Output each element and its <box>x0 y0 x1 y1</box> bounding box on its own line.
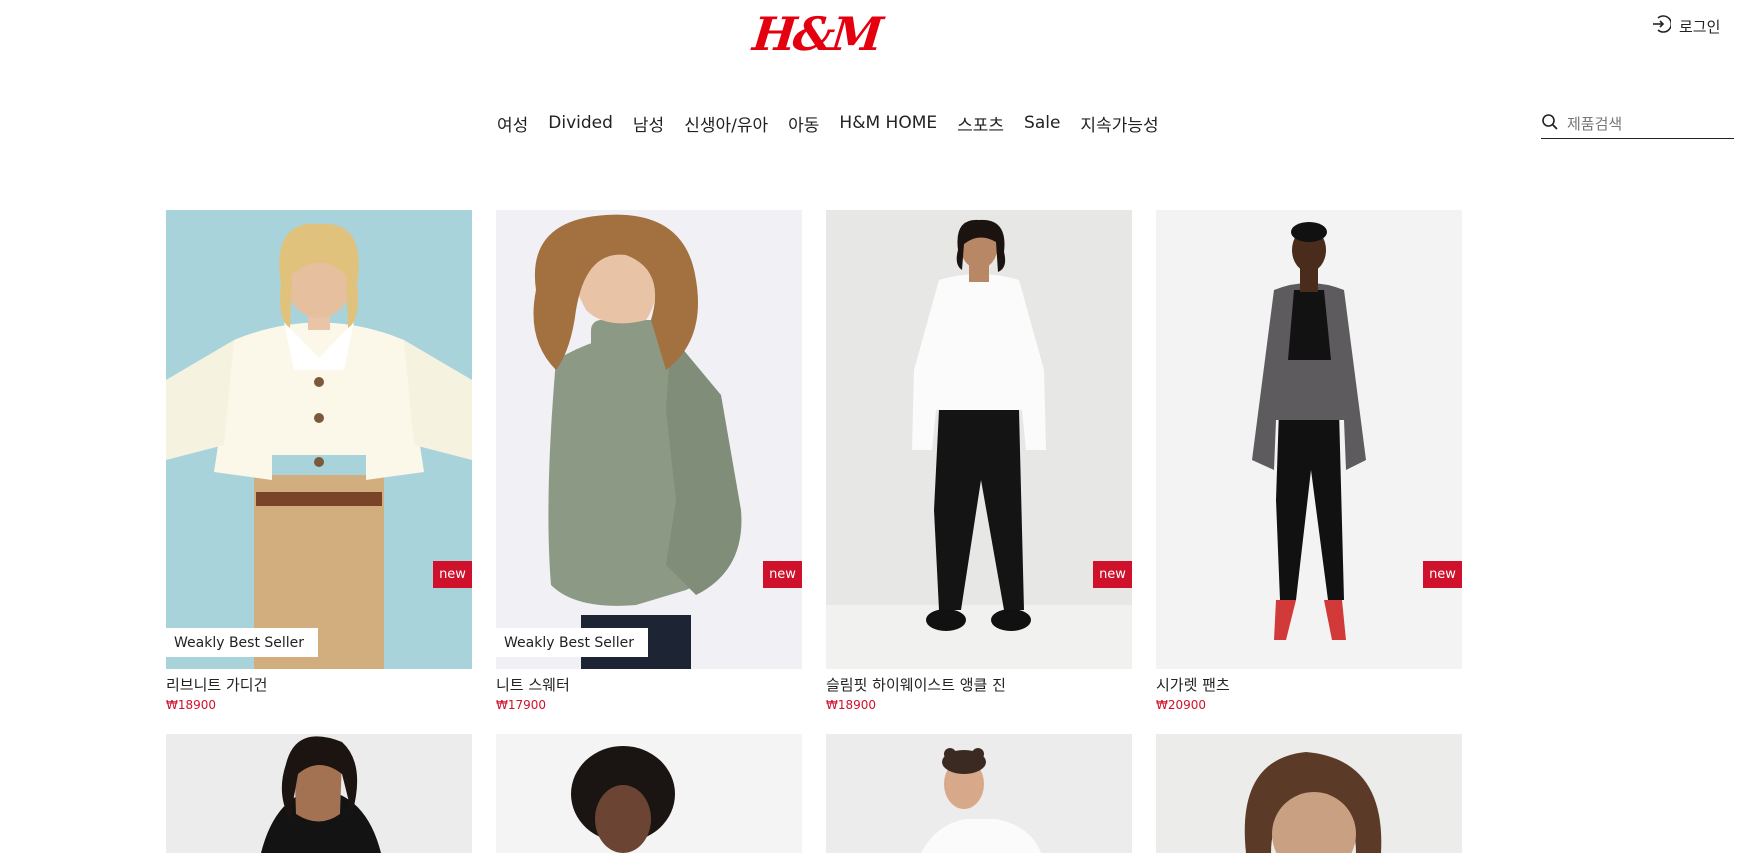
product-card[interactable] <box>826 734 1132 853</box>
product-card[interactable] <box>496 734 802 853</box>
nav-item-home[interactable]: H&M HOME <box>839 113 937 133</box>
product-card[interactable]: new Weakly Best Seller 니트 스웨터 ₩17900 <box>496 210 802 712</box>
product-image[interactable]: new Weakly Best Seller <box>166 210 472 669</box>
product-image[interactable] <box>496 734 802 853</box>
best-seller-tag: Weakly Best Seller <box>166 628 319 657</box>
product-card[interactable]: new 시가렛 팬츠 ₩20900 <box>1156 210 1462 712</box>
product-image[interactable]: new <box>1156 210 1462 669</box>
product-name[interactable]: 시가렛 팬츠 <box>1156 676 1462 694</box>
product-image[interactable] <box>1156 734 1462 853</box>
product-card[interactable]: new 슬림핏 하이웨이스트 앵클 진 ₩18900 <box>826 210 1132 712</box>
brand-logo[interactable]: H&M <box>750 4 883 64</box>
product-card[interactable]: new Weakly Best Seller 리브니트 가디건 ₩18900 <box>166 210 472 712</box>
login-icon <box>1651 14 1673 38</box>
main-nav: 여성 Divided 남성 신생아/유아 아동 H&M HOME 스포츠 Sal… <box>497 108 1159 138</box>
nav-item-kids[interactable]: 아동 <box>788 111 819 136</box>
product-image[interactable]: new Weakly Best Seller <box>496 210 802 669</box>
product-name[interactable]: 리브니트 가디건 <box>166 676 472 694</box>
product-image[interactable] <box>166 734 472 853</box>
new-badge: new <box>763 561 802 588</box>
nav-item-sustainability[interactable]: 지속가능성 <box>1080 111 1158 136</box>
product-price: ₩18900 <box>826 698 877 712</box>
new-badge: new <box>1093 561 1132 588</box>
search-box <box>1541 110 1734 139</box>
brand-logo-text: H&M <box>749 7 883 61</box>
product-name[interactable]: 니트 스웨터 <box>496 676 802 694</box>
login-link[interactable]: 로그인 <box>1651 12 1720 40</box>
login-label: 로그인 <box>1679 17 1721 36</box>
nav-item-baby[interactable]: 신생아/유아 <box>684 111 768 136</box>
product-card[interactable] <box>1156 734 1462 853</box>
product-price: ₩17900 <box>496 698 547 712</box>
nav-item-sports[interactable]: 스포츠 <box>957 111 1004 136</box>
nav-item-men[interactable]: 남성 <box>633 111 664 136</box>
search-icon[interactable] <box>1541 113 1559 135</box>
nav-item-women[interactable]: 여성 <box>497 111 528 136</box>
product-image[interactable] <box>826 734 1132 853</box>
new-badge: new <box>1423 561 1462 588</box>
search-input[interactable] <box>1567 115 1727 133</box>
product-price: ₩18900 <box>166 698 217 712</box>
product-card[interactable] <box>166 734 472 853</box>
nav-item-sale[interactable]: Sale <box>1024 113 1060 133</box>
product-price: ₩20900 <box>1156 698 1207 712</box>
best-seller-tag: Weakly Best Seller <box>496 628 649 657</box>
product-image[interactable]: new <box>826 210 1132 669</box>
new-badge: new <box>433 561 472 588</box>
nav-item-divided[interactable]: Divided <box>548 113 613 133</box>
product-name[interactable]: 슬림핏 하이웨이스트 앵클 진 <box>826 676 1132 694</box>
